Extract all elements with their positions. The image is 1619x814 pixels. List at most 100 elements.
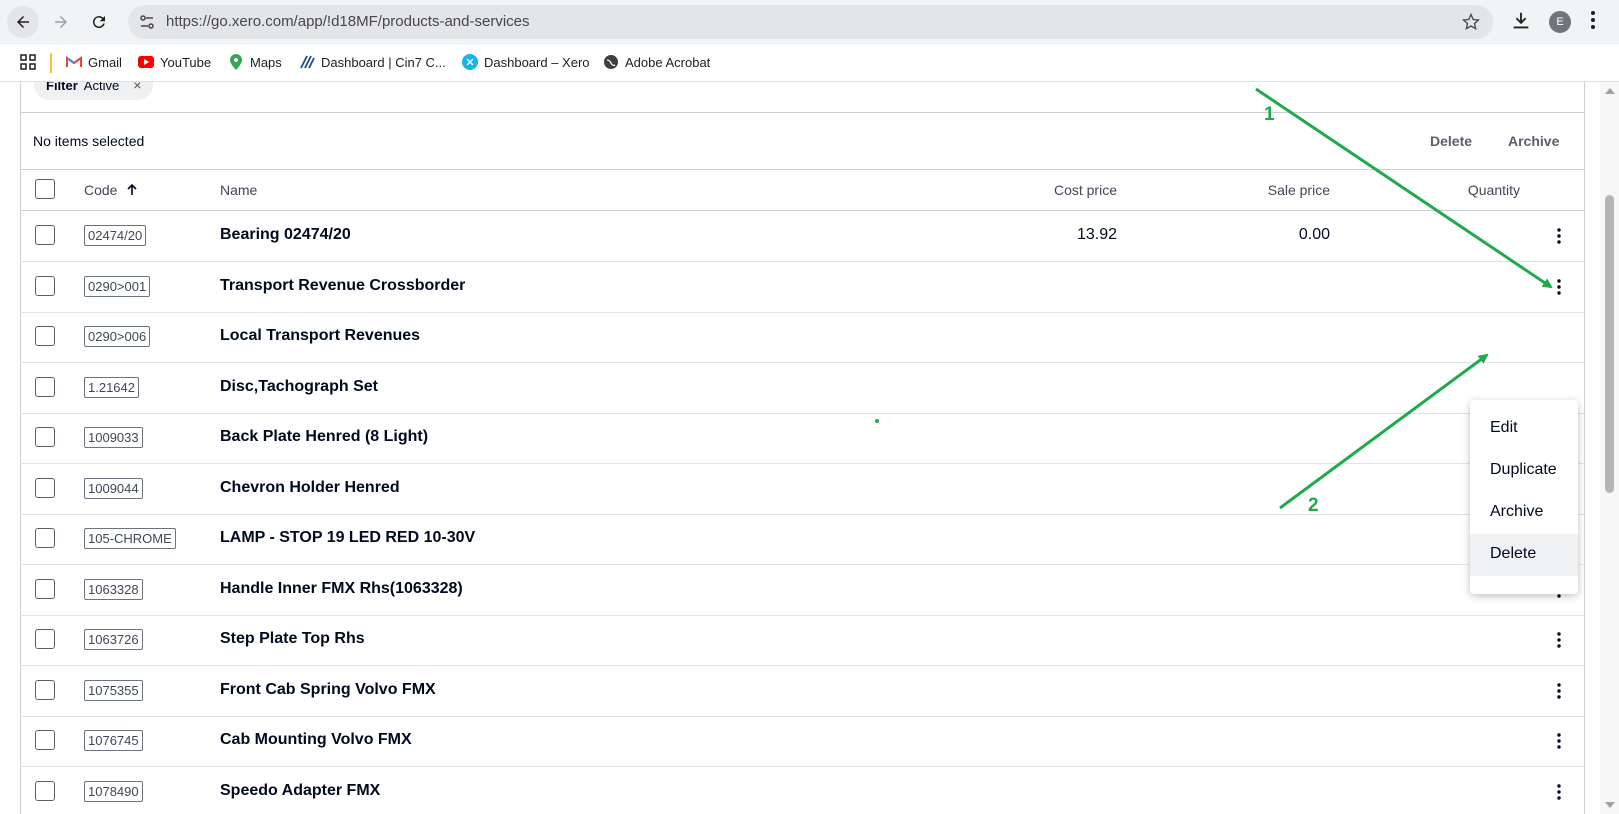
menu-item-archive[interactable]: Archive xyxy=(1470,492,1578,534)
item-code: 1063328 xyxy=(84,578,143,600)
item-name[interactable]: Chevron Holder Henred xyxy=(220,479,400,497)
row-checkbox[interactable] xyxy=(35,578,55,599)
page-scrollbar[interactable] xyxy=(1600,82,1619,814)
row-checkbox[interactable] xyxy=(35,427,55,447)
bookmarks-bar: Gmail YouTube Maps Dashboard | Cin7 C...… xyxy=(0,45,1619,82)
row-checkbox[interactable] xyxy=(35,376,55,397)
youtube-icon xyxy=(138,54,154,70)
row-more-options-icon[interactable] xyxy=(1552,224,1566,248)
remove-filter-icon[interactable]: × xyxy=(133,82,141,93)
item-code: 1063726 xyxy=(84,629,143,650)
item-code: 0290>001 xyxy=(84,275,151,297)
item-name[interactable]: Front Cab Spring Volvo FMX xyxy=(220,681,436,699)
url-text[interactable]: https://go.xero.com/app/!d18MF/products-… xyxy=(166,13,530,30)
row-checkbox[interactable] xyxy=(35,730,55,750)
row-more-options-icon[interactable] xyxy=(1552,679,1566,703)
table-row[interactable]: 1078490 Speedo Adapter FMX xyxy=(20,767,1584,814)
filter-pill[interactable]: Filter Active × xyxy=(34,82,154,100)
select-all-checkbox[interactable] xyxy=(35,179,55,199)
more-vert-icon[interactable] xyxy=(1590,10,1596,35)
item-name[interactable]: Transport Revenue Crossborder xyxy=(220,277,465,295)
bookmark-maps[interactable]: Maps xyxy=(228,51,282,73)
products-and-services-page: Filter Active × No items selected Delete… xyxy=(0,82,1600,814)
forward-button[interactable] xyxy=(45,6,77,38)
column-header-code-label: Code xyxy=(84,182,118,198)
item-name[interactable]: Back Plate Henred (8 Light) xyxy=(220,428,428,446)
row-more-options-icon[interactable] xyxy=(1552,729,1566,753)
menu-item-label: Edit xyxy=(1490,419,1518,436)
row-checkbox[interactable] xyxy=(35,275,55,296)
bookmark-gmail[interactable]: Gmail xyxy=(66,51,122,73)
row-checkbox[interactable] xyxy=(35,326,55,346)
bookmark-label: Gmail xyxy=(88,54,122,70)
column-header-name[interactable]: Name xyxy=(220,182,257,198)
row-checkbox[interactable] xyxy=(35,679,55,700)
download-icon[interactable] xyxy=(1510,10,1532,37)
column-header-cost-price[interactable]: Cost price xyxy=(1054,182,1117,198)
item-code: 1078490 xyxy=(84,780,143,802)
bookmark-label: Adobe Acrobat xyxy=(625,54,711,70)
item-name[interactable]: Speedo Adapter FMX xyxy=(220,782,380,800)
address-bar[interactable]: https://go.xero.com/app/!d18MF/products-… xyxy=(128,5,1493,39)
bookmark-adobe-acrobat[interactable]: Adobe Acrobat xyxy=(603,51,710,73)
bulk-delete-button[interactable]: Delete xyxy=(1430,133,1472,149)
item-name[interactable]: Handle Inner FMX Rhs(1063328) xyxy=(220,580,463,598)
table-row[interactable]: 1009033 Back Plate Henred (8 Light) xyxy=(20,413,1584,464)
table-row[interactable]: 1.21642 Disc,Tachograph Set xyxy=(20,363,1584,414)
item-code: 02474/20 xyxy=(84,225,147,246)
item-name[interactable]: LAMP - STOP 19 LED RED 10-30V xyxy=(220,529,475,547)
row-checkbox[interactable] xyxy=(35,780,55,801)
menu-item-duplicate[interactable]: Duplicate xyxy=(1470,450,1578,492)
maps-icon xyxy=(228,54,244,70)
back-button[interactable] xyxy=(7,6,39,38)
bookmark-xero[interactable]: Dashboard – Xero xyxy=(462,51,590,73)
item-name[interactable]: Bearing 02474/20 xyxy=(220,226,351,244)
table-row[interactable]: 0290>006 Local Transport Revenues xyxy=(20,312,1584,363)
item-name[interactable]: Step Plate Top Rhs xyxy=(220,630,365,648)
row-checkbox[interactable] xyxy=(35,477,55,498)
scroll-thumb[interactable] xyxy=(1605,195,1614,493)
column-header-quantity[interactable]: Quantity xyxy=(1468,182,1520,198)
scroll-up-arrow[interactable] xyxy=(1605,88,1615,94)
item-code: 105-CHROME xyxy=(84,528,176,549)
column-header-sale-price[interactable]: Sale price xyxy=(1268,182,1330,198)
site-settings-icon[interactable] xyxy=(136,12,158,32)
table-row[interactable]: 1063328 Handle Inner FMX Rhs(1063328) xyxy=(20,565,1584,616)
menu-item-delete[interactable]: Delete xyxy=(1470,534,1578,576)
bookmark-label: Dashboard | Cin7 C... xyxy=(321,54,446,70)
table-row[interactable]: 0290>001 Transport Revenue Crossborder xyxy=(20,262,1584,313)
bookmark-label: YouTube xyxy=(160,54,212,70)
arrow-left-icon xyxy=(17,16,29,28)
row-more-options-icon[interactable] xyxy=(1552,780,1566,804)
table-row[interactable]: 1075355 Front Cab Spring Volvo FMX xyxy=(20,666,1584,717)
gmail-icon xyxy=(66,54,82,70)
row-checkbox[interactable] xyxy=(35,629,55,649)
profile-avatar[interactable]: E xyxy=(1549,11,1571,33)
row-more-options-icon[interactable] xyxy=(1552,628,1566,652)
table-row[interactable]: 1076745 Cab Mounting Volvo FMX xyxy=(20,716,1584,767)
table-row[interactable]: 02474/20 Bearing 02474/20 13.92 0.00 xyxy=(20,211,1584,262)
table-row[interactable]: 1009044 Chevron Holder Henred xyxy=(20,464,1584,515)
apps-grid-icon[interactable] xyxy=(20,54,36,75)
row-more-options-icon[interactable] xyxy=(1552,275,1566,299)
row-checkbox[interactable] xyxy=(35,528,55,548)
row-checkbox[interactable] xyxy=(35,225,55,245)
item-code: 1075355 xyxy=(84,679,143,701)
menu-item-label: Duplicate xyxy=(1490,461,1557,478)
scroll-down-arrow[interactable] xyxy=(1605,802,1615,808)
item-name[interactable]: Cab Mounting Volvo FMX xyxy=(220,731,412,749)
bulk-archive-button[interactable]: Archive xyxy=(1508,133,1559,149)
column-header-code[interactable]: Code xyxy=(84,182,137,198)
item-name[interactable]: Disc,Tachograph Set xyxy=(220,378,378,396)
reload-button[interactable] xyxy=(83,6,115,38)
menu-item-edit[interactable]: Edit xyxy=(1470,408,1578,450)
arrow-right-icon xyxy=(55,16,67,28)
item-code: 0290>006 xyxy=(84,326,151,347)
table-row[interactable]: 1063726 Step Plate Top Rhs xyxy=(20,615,1584,666)
filter-value: Active xyxy=(83,82,120,93)
item-name[interactable]: Local Transport Revenues xyxy=(220,327,420,345)
bookmark-star-icon[interactable] xyxy=(1461,12,1481,37)
bookmark-cin7[interactable]: Dashboard | Cin7 C... xyxy=(299,51,446,73)
table-row[interactable]: 105-CHROME LAMP - STOP 19 LED RED 10-30V xyxy=(20,514,1584,565)
bookmark-youtube[interactable]: YouTube xyxy=(138,51,211,73)
